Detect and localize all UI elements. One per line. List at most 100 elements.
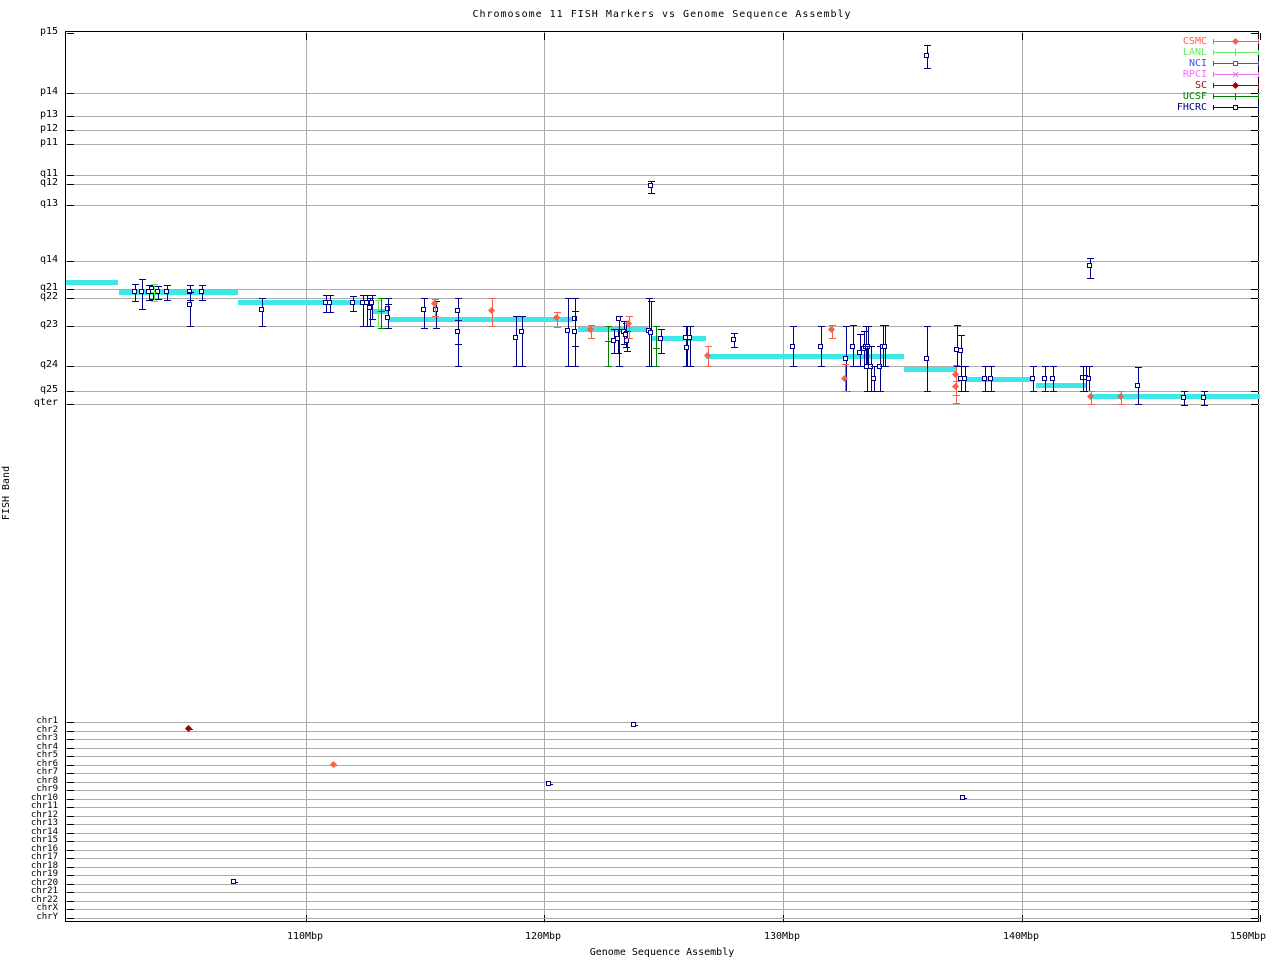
axis-tick-right <box>1251 773 1258 774</box>
gridline-h <box>66 875 1260 876</box>
legend-sample <box>1213 47 1259 58</box>
error-bar-cap <box>554 327 561 328</box>
data-point-marker <box>488 307 495 314</box>
error-bar-cap <box>882 325 889 326</box>
axis-tick-left <box>67 326 74 327</box>
axis-tick-left <box>67 261 74 262</box>
error-bar-cap <box>489 326 496 327</box>
marker-stroke <box>608 338 609 345</box>
error-bar-cap <box>164 300 171 301</box>
gridline-h <box>66 841 1260 842</box>
axis-tick-left <box>67 116 74 117</box>
legend-sample-cap <box>1213 39 1214 44</box>
axis-tick-right <box>1251 298 1258 299</box>
data-point-marker <box>231 879 236 884</box>
error-bar-cap <box>616 366 623 367</box>
error-bar-cap <box>489 298 496 299</box>
data-point-marker <box>164 289 169 294</box>
gridline-h <box>66 722 1260 723</box>
chromosome-label: chr9 <box>0 785 58 794</box>
error-bar-cap <box>259 298 266 299</box>
error-bar-cap <box>187 292 194 293</box>
error-bar-cap <box>572 311 579 312</box>
error-bar-cap <box>588 338 595 339</box>
chromosome-label: chr19 <box>0 870 58 879</box>
data-point-marker <box>648 330 653 335</box>
axis-tick-left <box>67 884 74 885</box>
gridline-h <box>66 799 1260 800</box>
error-bar-cap <box>605 366 612 367</box>
data-point-marker <box>1030 376 1035 381</box>
data-point-marker <box>546 781 551 786</box>
fish-marker-chart: Chromosome 11 FISH Markers vs Genome Seq… <box>0 0 1280 960</box>
axis-tick-left <box>67 748 74 749</box>
error-bar-cap <box>877 391 884 392</box>
axis-tick-left <box>67 833 74 834</box>
axis-tick-left <box>67 739 74 740</box>
axis-tick-left <box>67 366 74 367</box>
legend-label: FHCRC <box>1177 102 1207 113</box>
legend-row: CSMC <box>1177 36 1259 47</box>
error-bar-cap <box>132 301 139 302</box>
error-bar-cap <box>924 68 931 69</box>
data-point-marker <box>187 302 192 307</box>
axis-tick-left <box>67 773 74 774</box>
legend-sample-cap <box>1258 105 1259 110</box>
data-point-marker <box>631 722 636 727</box>
gridline-h <box>66 833 1260 834</box>
band-label: p15 <box>0 27 58 37</box>
error-bar-cap <box>565 298 572 299</box>
legend-row: UCSF <box>1177 91 1259 102</box>
error-bar-cap <box>199 285 206 286</box>
error-bar-cap <box>259 326 266 327</box>
axis-tick-right <box>1251 326 1258 327</box>
axis-tick-left <box>67 722 74 723</box>
data-point-marker <box>199 289 204 294</box>
data-point-marker <box>1181 395 1186 400</box>
error-bar-cap <box>653 366 660 367</box>
error-bar-cap <box>1135 367 1142 368</box>
error-bar-cap <box>350 296 357 297</box>
data-point-marker <box>962 376 967 381</box>
error-bar-cap <box>962 366 969 367</box>
fish-band-segment <box>706 354 904 359</box>
y-axis-title: FISH Band <box>2 258 12 728</box>
band-label: p11 <box>0 138 58 148</box>
error-bar-cap <box>687 366 694 367</box>
error-bar <box>424 298 425 328</box>
error-bar-cap <box>1118 391 1125 392</box>
error-bar-cap <box>842 364 849 365</box>
error-bar-cap <box>958 335 965 336</box>
error-bar-cap <box>1086 366 1093 367</box>
x-axis-title: Genome Sequence Assembly <box>65 948 1259 958</box>
error-bar-cap <box>924 45 931 46</box>
data-point-marker <box>455 329 460 334</box>
gridline-h <box>66 773 1260 774</box>
axis-tick-right <box>1251 391 1258 392</box>
error-bar-cap <box>705 366 712 367</box>
gridline-h <box>66 731 1260 732</box>
legend-sample <box>1213 58 1259 69</box>
data-point-marker <box>960 795 965 800</box>
error-bar-cap <box>687 326 694 327</box>
gridline-h <box>66 909 1260 910</box>
x-tick-label: 130Mbp <box>742 932 822 942</box>
axis-tick-left <box>67 901 74 902</box>
error-bar-cap <box>988 391 995 392</box>
axis-tick-right <box>1251 901 1258 902</box>
data-point-marker <box>958 348 963 353</box>
gridline-h <box>66 144 1260 145</box>
axis-tick-right <box>1251 875 1258 876</box>
data-point-marker <box>513 335 518 340</box>
gridline-h <box>66 884 1260 885</box>
error-bar-cap <box>1042 391 1049 392</box>
error-bar-cap <box>155 286 162 287</box>
legend-sample-cap <box>1258 72 1259 77</box>
error-bar-cap <box>1181 391 1188 392</box>
axis-tick-right <box>1251 884 1258 885</box>
band-label: q11 <box>0 169 58 179</box>
error-bar-cap <box>455 298 462 299</box>
error-bar <box>608 326 609 366</box>
gridline-h <box>66 739 1260 740</box>
axis-tick-right <box>1251 731 1258 732</box>
